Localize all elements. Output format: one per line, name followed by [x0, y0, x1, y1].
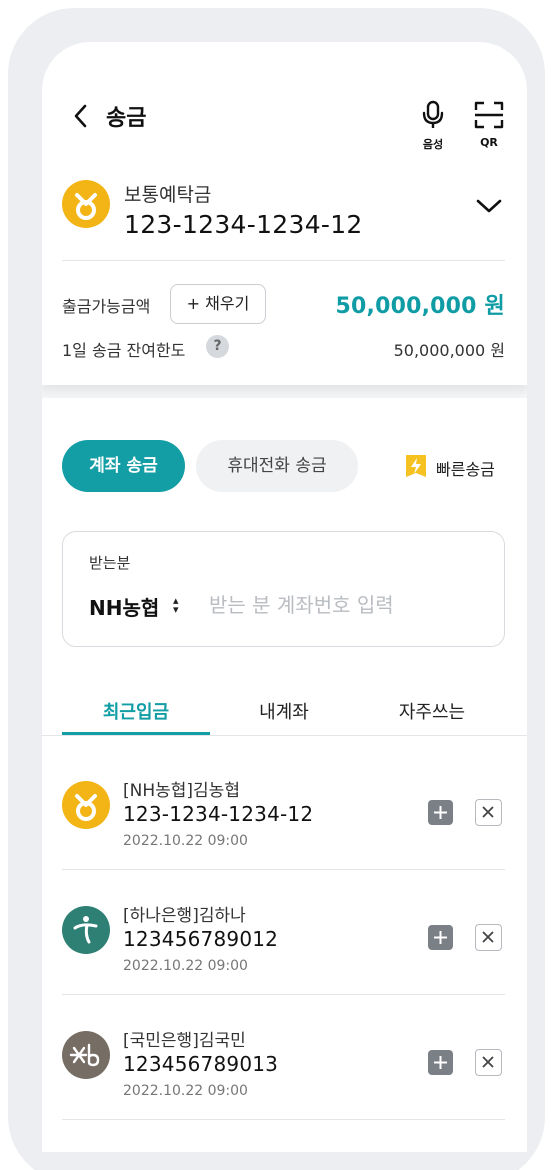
lightning-icon — [406, 455, 426, 477]
add-favorite-button[interactable] — [428, 800, 453, 825]
close-icon — [482, 931, 494, 943]
recipient-name: [하나은행]김하나 — [123, 906, 246, 926]
limit-label: 1일 송금 잔여한도 — [62, 341, 186, 360]
back-button[interactable] — [70, 102, 94, 130]
add-favorite-button[interactable] — [428, 925, 453, 950]
recipient-name: [국민은행]김국민 — [123, 1031, 246, 1051]
voice-button[interactable]: 음성 — [418, 100, 448, 151]
divider — [62, 869, 505, 870]
plus-icon — [434, 1056, 447, 1069]
account-select-button[interactable] — [474, 195, 504, 217]
transfer-date: 2022.10.22 09:00 — [123, 833, 248, 849]
recipient-account: 123456789012 — [123, 927, 279, 951]
plus-icon — [434, 931, 447, 944]
qr-button[interactable]: QR — [472, 100, 506, 149]
recipient-label: 받는분 — [89, 554, 131, 572]
bank-select[interactable]: NH농협 — [89, 592, 159, 621]
list-item[interactable]: [NH농협]김농협 123-1234-1234-12 2022.10.22 09… — [42, 772, 527, 897]
updown-arrow-icon: ▴ ▾ — [173, 594, 179, 616]
tab-my-accounts[interactable]: 내계좌 — [210, 698, 358, 724]
close-icon — [482, 1056, 494, 1068]
help-icon[interactable]: ? — [206, 335, 229, 358]
available-label: 출금가능금액 — [62, 297, 151, 316]
qr-label: QR — [480, 136, 498, 149]
hana-bank-icon — [62, 906, 110, 954]
divider — [62, 1119, 505, 1120]
quick-transfer-label: 빠른송금 — [436, 460, 495, 479]
account-type: 보통예탁금 — [124, 184, 212, 206]
close-icon — [482, 806, 494, 818]
chevron-down-icon — [476, 199, 502, 213]
tab-recent[interactable]: 최근입금 — [62, 698, 210, 724]
recipient-box: 받는분 NH농협 ▴ ▾ — [62, 531, 505, 647]
account-number: 123-1234-1234-12 — [124, 210, 363, 239]
divider — [42, 735, 527, 736]
page-title: 송금 — [106, 106, 147, 131]
microphone-icon — [422, 100, 444, 128]
account-card: 송금 음성 QR 보통예탁금 123-1234-1234-12 출금가능금액 +… — [42, 42, 527, 385]
delete-button[interactable] — [475, 924, 502, 951]
recipient-name: [NH농협]김농협 — [123, 781, 240, 801]
app-screen: 송금 음성 QR 보통예탁금 123-1234-1234-12 출금가능금액 +… — [42, 42, 527, 1152]
delete-button[interactable] — [475, 799, 502, 826]
fill-button[interactable]: + 채우기 — [170, 284, 266, 324]
plus-icon — [434, 806, 447, 819]
kb-bank-icon — [62, 1031, 110, 1079]
tab-frequent[interactable]: 자주쓰는 — [358, 698, 506, 724]
limit-amount: 50,000,000 원 — [393, 341, 505, 360]
nh-bank-icon — [62, 781, 110, 829]
divider — [62, 260, 505, 261]
voice-label: 음성 — [422, 138, 444, 151]
recipient-account: 123-1234-1234-12 — [123, 802, 314, 826]
delete-button[interactable] — [475, 1049, 502, 1076]
phone-frame: 송금 음성 QR 보통예탁금 123-1234-1234-12 출금가능금액 +… — [8, 8, 545, 1170]
recipient-account: 123456789013 — [123, 1052, 279, 1076]
nh-bank-icon — [62, 180, 110, 228]
transfer-date: 2022.10.22 09:00 — [123, 958, 248, 974]
account-number-input[interactable] — [209, 588, 489, 622]
tab-phone-transfer[interactable]: 휴대전화 송금 — [196, 440, 358, 492]
add-favorite-button[interactable] — [428, 1050, 453, 1075]
qr-scan-icon — [474, 101, 504, 129]
divider — [62, 994, 505, 995]
tab-account-transfer[interactable]: 계좌 송금 — [62, 440, 185, 492]
transfer-date: 2022.10.22 09:00 — [123, 1083, 248, 1099]
available-amount: 50,000,000 원 — [335, 294, 505, 319]
list-item[interactable]: [국민은행]김국민 123456789013 2022.10.22 09:00 — [42, 1022, 527, 1147]
chevron-left-icon — [74, 104, 87, 128]
list-item[interactable]: [하나은행]김하나 123456789012 2022.10.22 09:00 — [42, 897, 527, 1022]
